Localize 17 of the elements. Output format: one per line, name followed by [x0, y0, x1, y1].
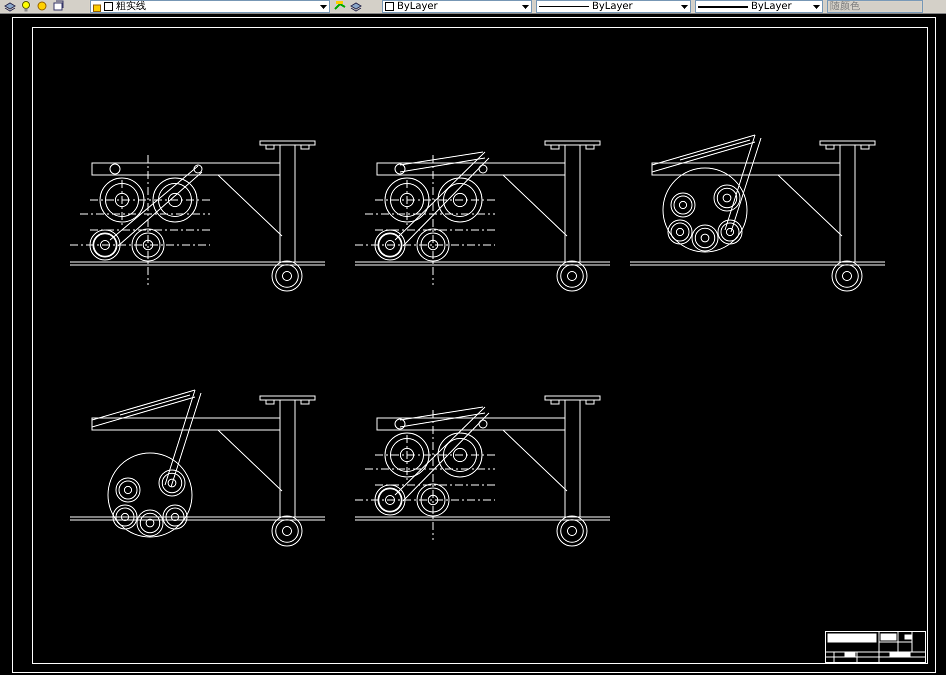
layer-dropdown[interactable]: 粗实线 — [90, 0, 330, 13]
caret-icon — [320, 4, 327, 8]
layers-icon[interactable] — [4, 0, 16, 12]
caret-icon — [522, 4, 529, 8]
layers-icon[interactable] — [350, 0, 362, 12]
line-sample — [539, 6, 589, 7]
caret-icon — [681, 4, 688, 8]
line-sample — [698, 6, 748, 8]
color-dropdown[interactable]: ByLayer — [382, 0, 532, 13]
square-icon — [104, 2, 113, 11]
layer-states-icon[interactable] — [52, 0, 64, 12]
sun-icon[interactable] — [36, 0, 48, 12]
lineweight-dropdown[interactable]: ByLayer — [695, 0, 823, 13]
linetype-dropdown[interactable]: ByLayer — [536, 0, 691, 13]
bulb-icon[interactable] — [20, 0, 32, 12]
caret-icon — [813, 4, 820, 8]
square-icon — [385, 2, 394, 11]
